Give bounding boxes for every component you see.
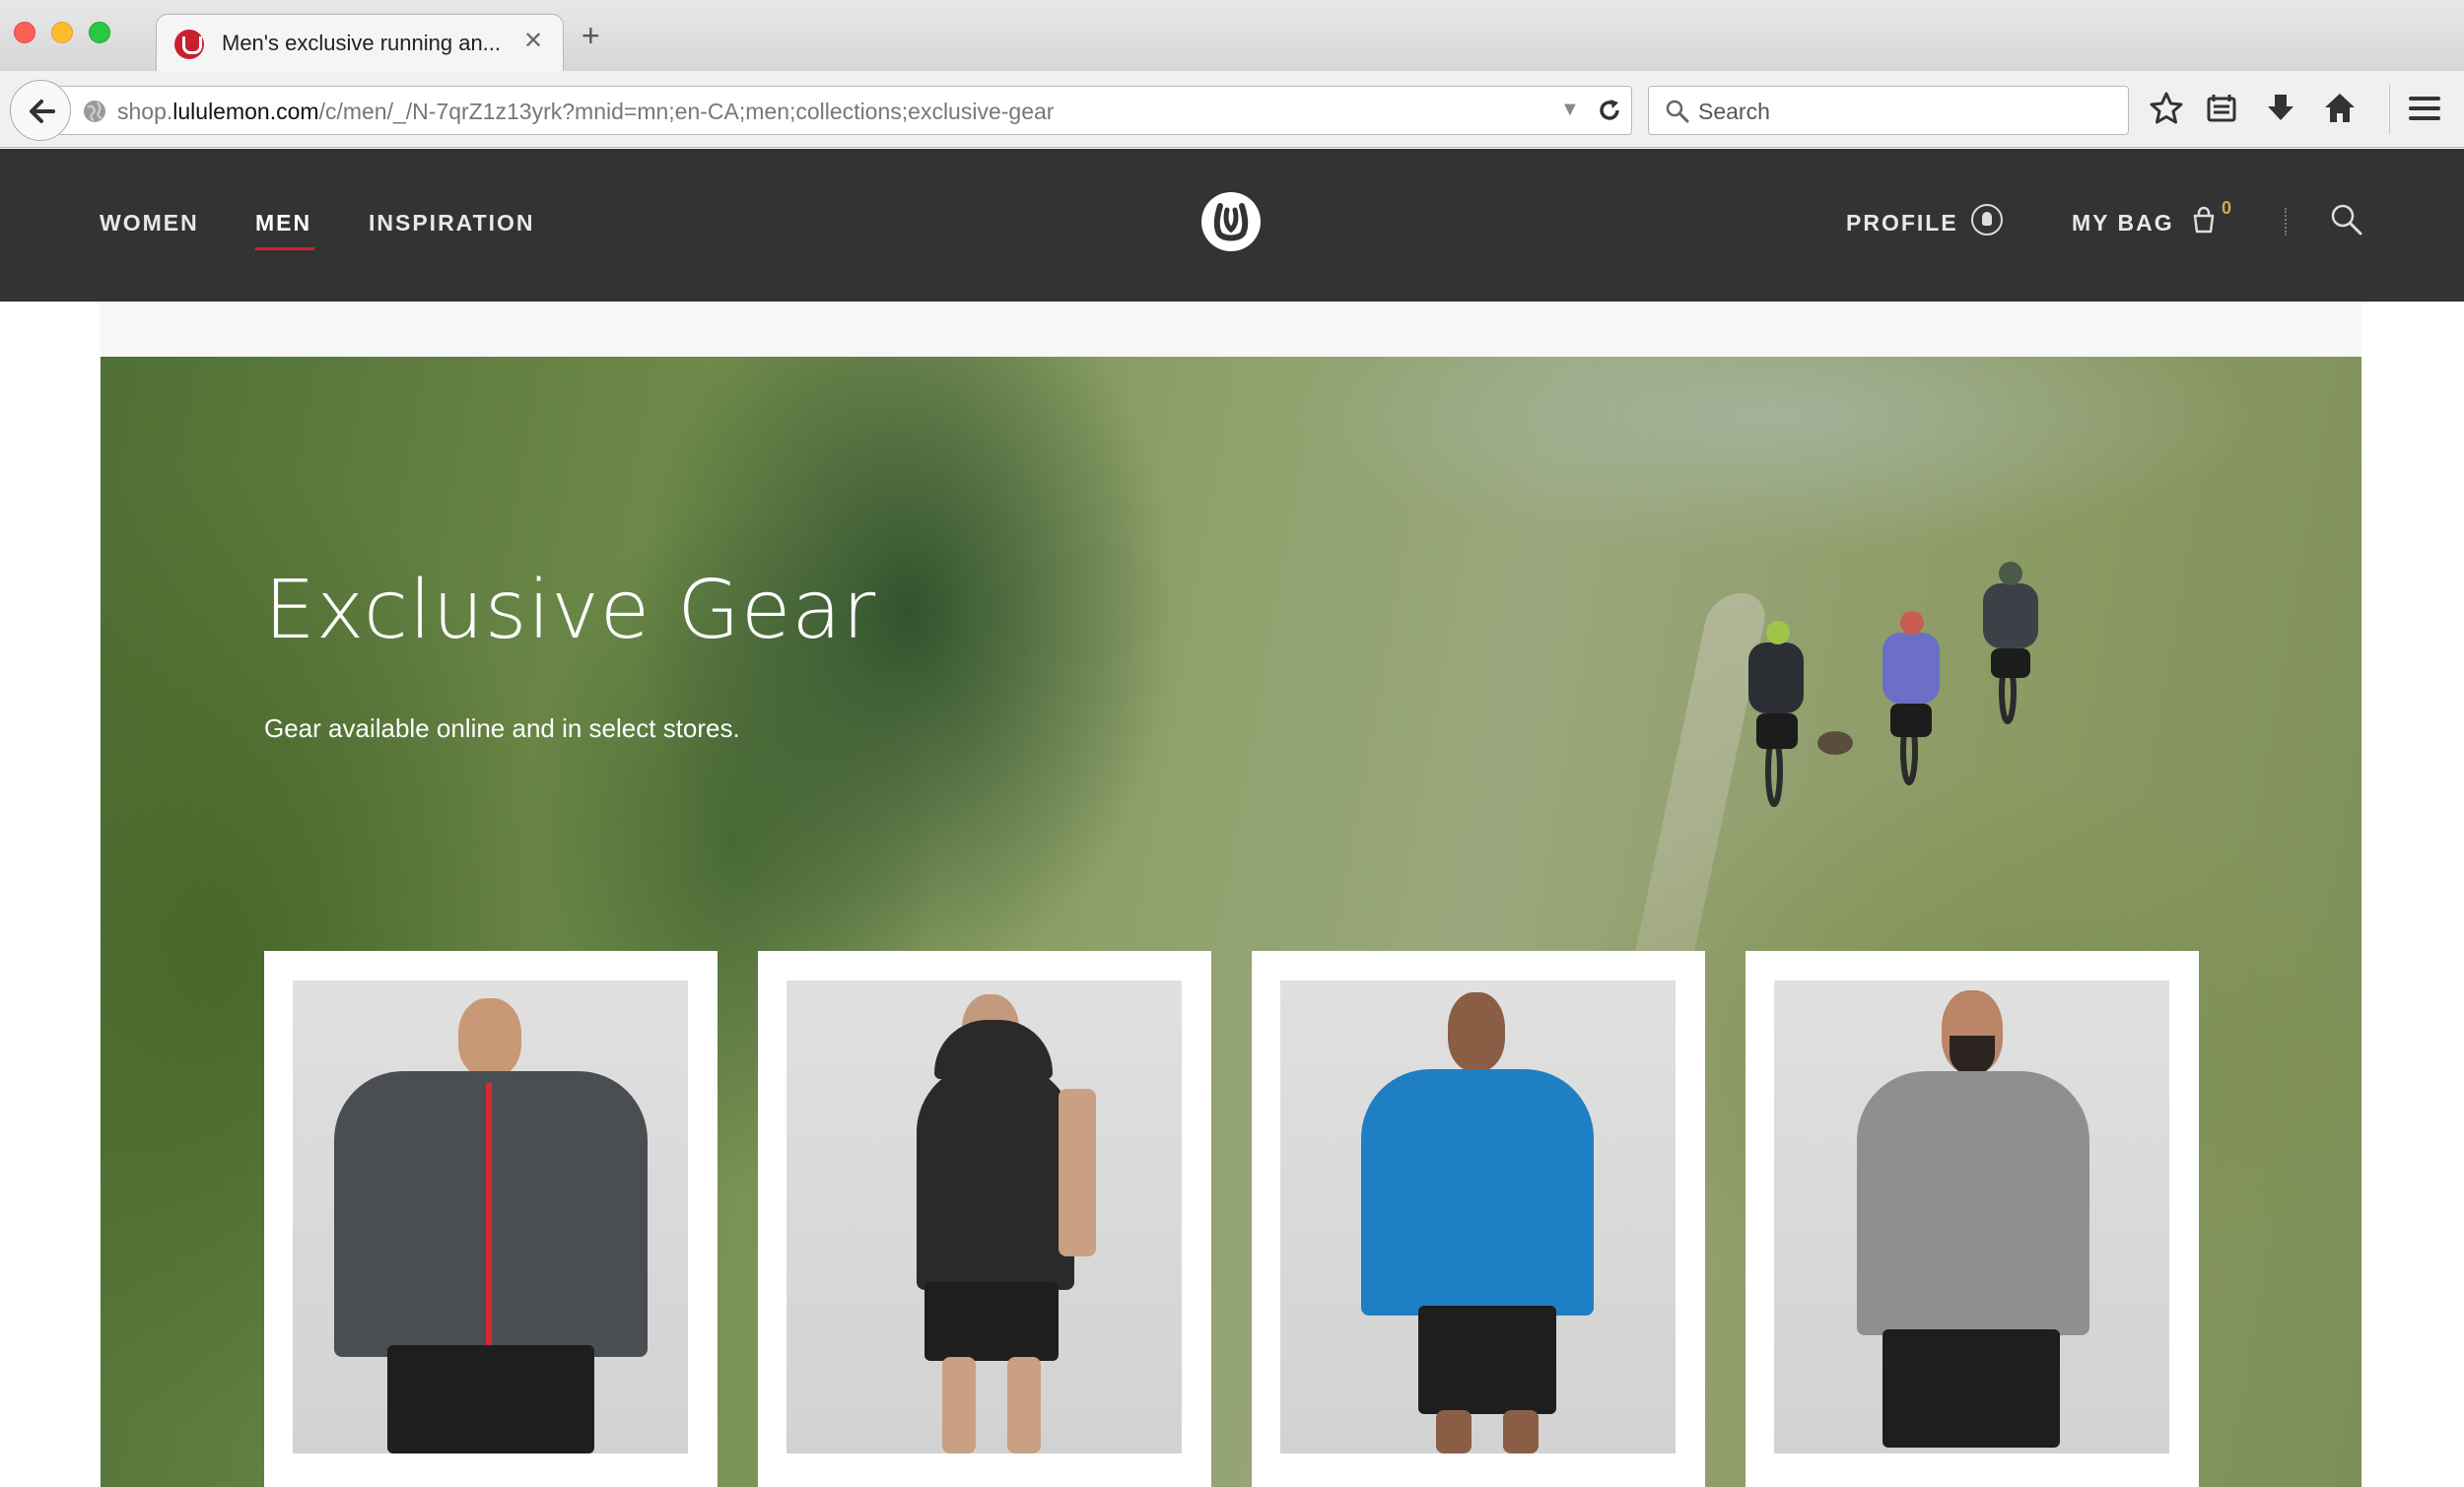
model-arm <box>1059 1089 1096 1256</box>
model-leg <box>1436 1410 1472 1453</box>
browser-tab[interactable]: Men's exclusive running an... ✕ <box>156 14 564 71</box>
close-tab-icon[interactable]: ✕ <box>523 27 543 55</box>
browser-tab-bar: Men's exclusive running an... ✕ + <box>0 0 2464 71</box>
hero-cyclists-image <box>1748 562 2038 807</box>
product-card[interactable] <box>264 951 718 1487</box>
lululemon-logo[interactable] <box>1201 192 1261 251</box>
hero-title: Exclusive Gear <box>264 564 877 657</box>
profile-icon[interactable] <box>1971 204 2003 236</box>
product-image[interactable] <box>1774 980 2169 1453</box>
product-card[interactable] <box>1252 951 1705 1487</box>
model-long-sleeve <box>1361 1069 1594 1316</box>
shopping-bag-icon[interactable] <box>2191 206 2217 234</box>
site-search-icon[interactable] <box>2330 203 2363 237</box>
back-button[interactable] <box>10 80 71 141</box>
tab-title: Men's exclusive running an... <box>222 31 502 55</box>
maximize-window-button[interactable] <box>89 22 110 43</box>
hero-subtitle: Gear available online and in select stor… <box>264 713 740 743</box>
nav-inspiration[interactable]: INSPIRATION <box>369 210 535 237</box>
bag-count-badge: 0 <box>2222 198 2232 218</box>
jacket-zip <box>486 1083 492 1355</box>
nav-women[interactable]: WOMEN <box>100 210 199 237</box>
url-bar[interactable]: shop.lululemon.com/c/men/_/N-7qrZ1z13yrk… <box>57 86 1632 135</box>
hero-banner: Exclusive Gear Gear available online and… <box>101 357 2361 1487</box>
model-leg <box>942 1357 976 1453</box>
header-divider <box>2285 208 2287 236</box>
new-tab-icon[interactable]: + <box>582 20 600 51</box>
url-text: shop.lululemon.com/c/men/_/N-7qrZ1z13yrk… <box>117 99 1054 125</box>
model-head <box>1448 992 1505 1071</box>
model-pants <box>387 1345 594 1453</box>
nav-men[interactable]: MEN <box>255 210 311 237</box>
back-arrow-icon <box>30 100 55 123</box>
model-shorts <box>924 1282 1059 1361</box>
url-host-prefix: shop. <box>117 99 173 124</box>
my-bag-link[interactable]: MY BAG <box>2072 210 2174 237</box>
site-header: WOMEN MEN INSPIRATION PROFILE MY BAG 0 <box>0 149 2464 302</box>
model-long-sleeve <box>1857 1071 2089 1335</box>
url-path: /c/men/_/N-7qrZ1z13yrk?mnid=mn;en-CA;men… <box>318 99 1055 124</box>
close-window-button[interactable] <box>14 22 35 43</box>
hero-top-spacer <box>101 302 2361 357</box>
model-leg <box>1007 1357 1041 1453</box>
minimize-window-button[interactable] <box>51 22 73 43</box>
model-hoodie <box>917 1063 1074 1290</box>
profile-link[interactable]: PROFILE <box>1846 210 1958 237</box>
product-card[interactable] <box>758 951 1211 1487</box>
browser-search-bar[interactable] <box>1648 86 2129 135</box>
product-image[interactable] <box>293 980 688 1453</box>
model-head <box>458 998 521 1077</box>
nav-active-underline <box>255 247 314 250</box>
model-shorts <box>1418 1306 1556 1414</box>
product-image[interactable] <box>787 980 1182 1453</box>
product-card[interactable] <box>1745 951 2199 1487</box>
browser-nav-bar: shop.lululemon.com/c/men/_/N-7qrZ1z13yrk… <box>0 71 2464 148</box>
browser-search-input[interactable] <box>1698 97 2112 126</box>
model-beard <box>1950 1036 1995 1075</box>
toolbar-divider <box>2389 85 2390 134</box>
download-icon[interactable] <box>2263 91 2302 130</box>
model-shorts <box>1882 1329 2060 1448</box>
lululemon-logo-icon <box>1213 203 1249 241</box>
url-host: lululemon.com <box>172 99 319 124</box>
globe-icon <box>84 101 105 122</box>
bookmark-star-icon[interactable] <box>2149 91 2188 130</box>
lululemon-favicon-icon <box>174 30 204 59</box>
model-leg <box>1503 1410 1539 1453</box>
home-icon[interactable] <box>2322 91 2361 130</box>
reload-icon[interactable] <box>1596 97 1623 124</box>
reading-list-icon[interactable] <box>2204 91 2243 130</box>
search-icon <box>1666 100 1689 123</box>
menu-hamburger-icon[interactable] <box>2407 91 2446 130</box>
url-dropdown-icon[interactable]: ▼ <box>1560 99 1580 121</box>
product-image[interactable] <box>1280 980 1676 1453</box>
